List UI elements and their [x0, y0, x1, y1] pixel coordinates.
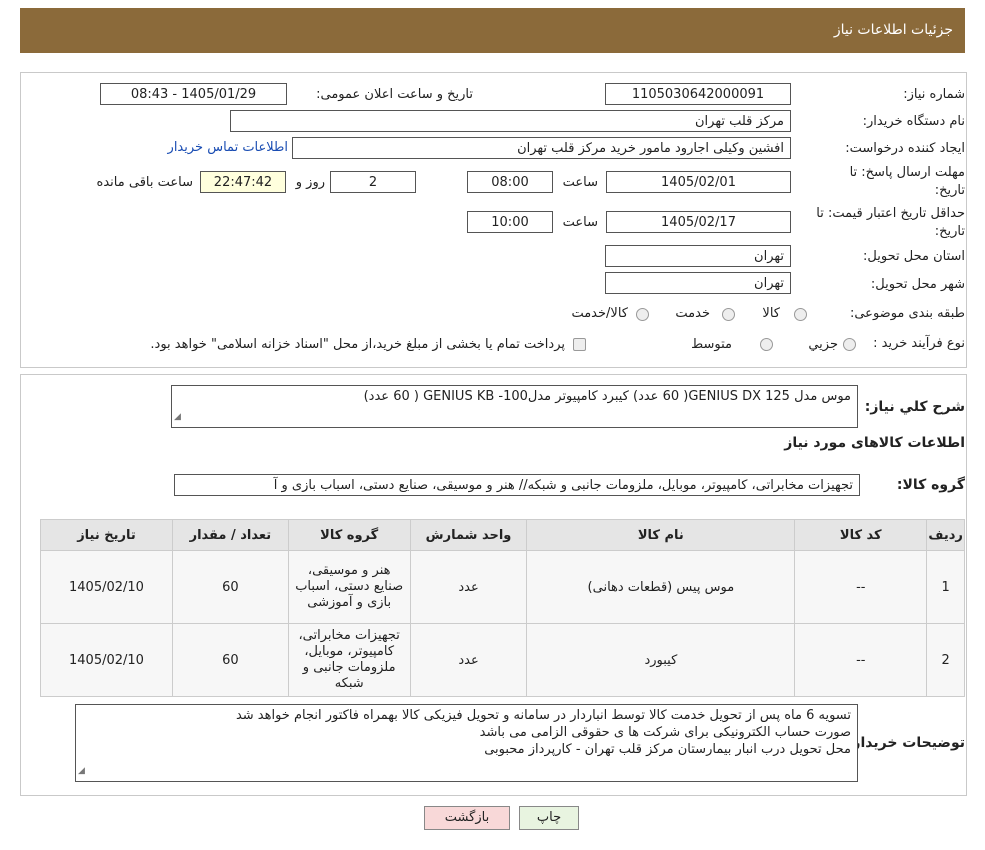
validity-label-2: تاریخ: [934, 224, 965, 239]
process-note: پرداخت تمام یا بخشی از مبلغ خرید،از محل … [150, 337, 565, 352]
back-button[interactable]: بازگشت [424, 806, 510, 830]
buyer-field: مرکز قلب تهران [230, 110, 791, 132]
remaining-days-field: 2 [330, 171, 416, 193]
city-field: تهران [605, 272, 791, 294]
items-table: ردیف کد کالا نام کالا واحد شمارش گروه کا… [40, 519, 965, 697]
notes-line: محل تحویل درب انبار بیمارستان مرکز قلب ت… [484, 742, 851, 757]
deadline-label: مهلت ارسال پاسخ: تا [849, 165, 965, 180]
announce-field: 1405/01/29 - 08:43 [100, 83, 287, 105]
notes-field: تسویه 6 ماه پس از تحویل خدمت کالا توسط ا… [75, 704, 858, 782]
print-button[interactable]: چاپ [519, 806, 579, 830]
summary-text: موس مدل GENIUS DX 125( 60 عدد) کیبرد کام… [363, 389, 851, 404]
row-number: 2 [926, 623, 965, 697]
item-group: تجهیزات مخابراتی، کامپیوتر، موبایل، ملزو… [287, 623, 411, 697]
col-date-header: تاریخ نیاز [40, 519, 173, 551]
item-name: موس پیس (قطعات دهانی) [526, 550, 796, 624]
col-group-header: گروه کالا [287, 519, 411, 551]
city-label: شهر محل تحویل: [870, 277, 965, 292]
col-unit-header: واحد شمارش [409, 519, 528, 551]
category-goods-service-radio[interactable] [636, 308, 649, 321]
category-service-label: خدمت [675, 306, 710, 321]
buyer-label: نام دستگاه خریدار: [862, 114, 965, 129]
province-field: تهران [605, 245, 791, 267]
validity-time-field: 10:00 [467, 211, 553, 233]
table-row: 2 -- کیبورد عدد تجهیزات مخابراتی، کامپیو… [40, 623, 965, 697]
process-medium-radio[interactable] [760, 338, 773, 351]
deadline-label-2: تاریخ: [934, 183, 965, 198]
treasury-payment-checkbox[interactable] [573, 338, 586, 351]
announce-label: تاریخ و ساعت اعلان عمومی: [316, 87, 473, 102]
notes-line: تسویه 6 ماه پس از تحویل خدمت کالا توسط ا… [235, 708, 851, 723]
item-quantity: 60 [171, 623, 289, 697]
validity-time-label: ساعت [562, 215, 598, 230]
remaining-time-field: 22:47:42 [200, 171, 286, 193]
category-goods-radio[interactable] [794, 308, 807, 321]
category-label: طبقه بندی موضوعی: [849, 306, 965, 321]
col-row-header: ردیف [926, 519, 965, 551]
notes-label: توضیحات خریدار: [846, 735, 965, 751]
notes-line: صورت حساب الکترونیکی برای شرکت ها ی حقوق… [479, 725, 851, 740]
deadline-time-field: 08:00 [467, 171, 553, 193]
resize-grip-icon[interactable]: ◢ [78, 763, 85, 780]
province-label: استان محل تحویل: [863, 249, 965, 264]
validity-date-field: 1405/02/17 [606, 211, 791, 233]
item-name: کیبورد [526, 623, 796, 697]
item-quantity: 60 [171, 550, 289, 624]
item-unit: عدد [409, 550, 528, 624]
item-code: -- [794, 623, 928, 697]
deadline-date-field: 1405/02/01 [606, 171, 791, 193]
table-header-row: ردیف کد کالا نام کالا واحد شمارش گروه کا… [40, 519, 965, 551]
page-title: جزئیات اطلاعات نیاز [833, 22, 953, 38]
item-unit: عدد [409, 623, 528, 697]
creator-field: افشین وکیلی اجارود مامور خرید مرکز قلب ت… [292, 137, 791, 159]
summary-field: موس مدل GENIUS DX 125( 60 عدد) کیبرد کام… [171, 385, 858, 428]
item-date: 1405/02/10 [40, 623, 173, 697]
category-goods-service-label: کالا/خدمت [571, 306, 628, 321]
validity-label: حداقل تاریخ اعتبار قیمت: تا [816, 206, 965, 221]
process-minor-radio[interactable] [843, 338, 856, 351]
summary-label: شرح کلي نیاز: [864, 399, 965, 415]
item-date: 1405/02/10 [40, 550, 173, 624]
item-code: -- [794, 550, 928, 624]
group-label: گروه کالا: [896, 477, 965, 493]
category-goods-label: کالا [762, 306, 780, 321]
need-number-field: 1105030642000091 [605, 83, 791, 105]
resize-grip-icon[interactable]: ◢ [174, 409, 181, 426]
need-number-label: شماره نیاز: [903, 87, 965, 102]
col-code-header: کد کالا [794, 519, 928, 551]
days-label: روز و [295, 175, 325, 190]
col-name-header: نام کالا [526, 519, 796, 551]
col-qty-header: تعداد / مقدار [171, 519, 289, 551]
page-header: جزئیات اطلاعات نیاز [20, 8, 965, 53]
row-number: 1 [926, 550, 965, 624]
table-row: 1 -- موس پیس (قطعات دهانی) عدد هنر و موس… [40, 550, 965, 624]
deadline-time-label: ساعت [562, 175, 598, 190]
creator-label: ایجاد کننده درخواست: [845, 141, 965, 156]
buyer-contact-link[interactable]: اطلاعات تماس خریدار [168, 140, 288, 155]
group-field: تجهیزات مخابراتی، کامپیوتر، موبایل، ملزو… [174, 474, 860, 496]
item-group: هنر و موسیقی، صنایع دستی، اسباب بازی و آ… [287, 550, 411, 624]
items-section-title: اطلاعات کالاهای مورد نیاز [784, 435, 965, 451]
process-minor-label: جزیي [808, 337, 838, 352]
process-label: نوع فرآیند خرید : [873, 336, 965, 351]
process-medium-label: متوسط [691, 337, 732, 352]
remaining-label: ساعت باقی مانده [96, 175, 193, 190]
category-service-radio[interactable] [722, 308, 735, 321]
